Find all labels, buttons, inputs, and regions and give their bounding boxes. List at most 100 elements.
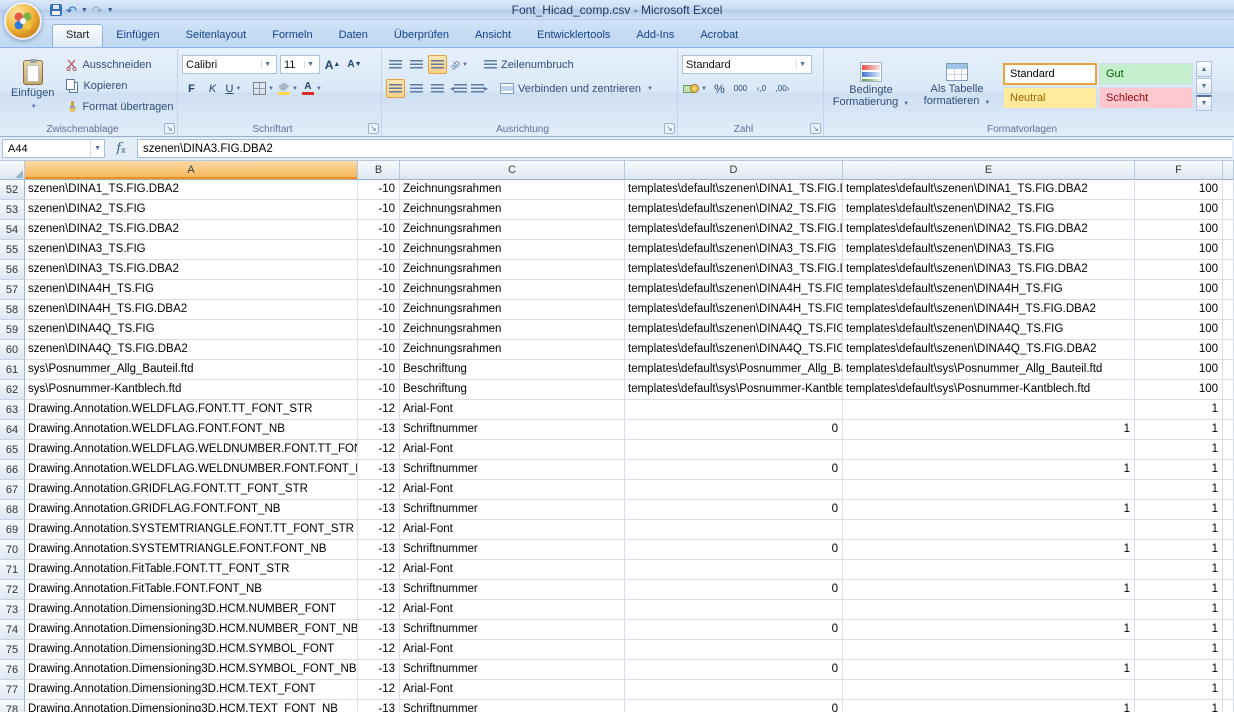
row-header-71[interactable]: 71 (0, 560, 25, 580)
cell-F54[interactable]: 100 (1135, 220, 1223, 240)
cell-D56[interactable]: templates\default\szenen\DINA3_TS.FIG.DB… (625, 260, 843, 280)
cell-D54[interactable]: templates\default\szenen\DINA2_TS.FIG.DB… (625, 220, 843, 240)
cell-A53[interactable]: szenen\DINA2_TS.FIG (25, 200, 358, 220)
conditional-formatting-button[interactable]: Bedingte Formatierung ▼ (828, 58, 914, 114)
decrease-indent-button[interactable]: ◂ (449, 79, 468, 98)
bold-button[interactable]: F (182, 79, 201, 98)
row-header-59[interactable]: 59 (0, 320, 25, 340)
office-button[interactable] (4, 2, 42, 40)
row-header-68[interactable]: 68 (0, 500, 25, 520)
increase-indent-button[interactable]: ▸ (470, 79, 489, 98)
cell-F66[interactable]: 1 (1135, 460, 1223, 480)
cell-B69[interactable]: -12 (358, 520, 400, 540)
cell-B76[interactable]: -13 (358, 660, 400, 680)
cell-D66[interactable]: 0 (625, 460, 843, 480)
cell-F73[interactable]: 1 (1135, 600, 1223, 620)
alignment-dialog-launcher-icon[interactable]: ↘ (664, 123, 675, 134)
select-all-corner[interactable] (0, 161, 25, 180)
cell-B56[interactable]: -10 (358, 260, 400, 280)
formula-input[interactable]: szenen\DINA3.FIG.DBA2 (137, 139, 1232, 158)
cell-B66[interactable]: -13 (358, 460, 400, 480)
row-header-62[interactable]: 62 (0, 380, 25, 400)
cell-D70[interactable]: 0 (625, 540, 843, 560)
cell-C62[interactable]: Beschriftung (400, 380, 625, 400)
cell-D61[interactable]: templates\default\sys\Posnummer_Allg_Bau… (625, 360, 843, 380)
cell-D77[interactable] (625, 680, 843, 700)
cell-F67[interactable]: 1 (1135, 480, 1223, 500)
cell-B55[interactable]: -10 (358, 240, 400, 260)
cell-E67[interactable] (843, 480, 1135, 500)
cell-E66[interactable]: 1 (843, 460, 1135, 480)
column-header-E[interactable]: E (843, 161, 1135, 180)
cell-D78[interactable]: 0 (625, 700, 843, 712)
cell-F53[interactable]: 100 (1135, 200, 1223, 220)
fill-color-button[interactable]: ▼ (277, 79, 299, 98)
cell-F74[interactable]: 1 (1135, 620, 1223, 640)
cell-B65[interactable]: -12 (358, 440, 400, 460)
cell-B73[interactable]: -12 (358, 600, 400, 620)
cell-D76[interactable]: 0 (625, 660, 843, 680)
cell-A76[interactable]: Drawing.Annotation.Dimensioning3D.HCM.SY… (25, 660, 358, 680)
cell-B64[interactable]: -13 (358, 420, 400, 440)
cell-F75[interactable]: 1 (1135, 640, 1223, 660)
cell-C59[interactable]: Zeichnungsrahmen (400, 320, 625, 340)
cell-C73[interactable]: Arial-Font (400, 600, 625, 620)
cell-D65[interactable] (625, 440, 843, 460)
cell-A62[interactable]: sys\Posnummer-Kantblech.ftd (25, 380, 358, 400)
row-header-64[interactable]: 64 (0, 420, 25, 440)
format-painter-button[interactable]: Format übertragen (63, 98, 176, 117)
cell-E63[interactable] (843, 400, 1135, 420)
row-header-72[interactable]: 72 (0, 580, 25, 600)
number-format-dropdown-icon[interactable]: ▼ (796, 61, 808, 68)
ribbon-tab-daten[interactable]: Daten (326, 24, 381, 47)
cell-E75[interactable] (843, 640, 1135, 660)
font-dialog-launcher-icon[interactable]: ↘ (368, 123, 379, 134)
row-header-78[interactable]: 78 (0, 700, 25, 712)
cell-A68[interactable]: Drawing.Annotation.GRIDFLAG.FONT.FONT_NB (25, 500, 358, 520)
align-left-button[interactable] (386, 79, 405, 98)
column-header-C[interactable]: C (400, 161, 625, 180)
cell-B54[interactable]: -10 (358, 220, 400, 240)
cell-A52[interactable]: szenen\DINA1_TS.FIG.DBA2 (25, 180, 358, 200)
cell-C65[interactable]: Arial-Font (400, 440, 625, 460)
row-header-74[interactable]: 74 (0, 620, 25, 640)
cell-E68[interactable]: 1 (843, 500, 1135, 520)
ribbon-tab-entwicklertools[interactable]: Entwicklertools (524, 24, 623, 47)
cell-C58[interactable]: Zeichnungsrahmen (400, 300, 625, 320)
cell-A73[interactable]: Drawing.Annotation.Dimensioning3D.HCM.NU… (25, 600, 358, 620)
cell-D69[interactable] (625, 520, 843, 540)
cell-F68[interactable]: 1 (1135, 500, 1223, 520)
cell-B77[interactable]: -12 (358, 680, 400, 700)
cell-E78[interactable]: 1 (843, 700, 1135, 712)
orientation-button[interactable]: ab▼ (449, 55, 469, 74)
ribbon-tab-start[interactable]: Start (52, 24, 103, 47)
cell-F72[interactable]: 1 (1135, 580, 1223, 600)
cell-B68[interactable]: -13 (358, 500, 400, 520)
cell-D60[interactable]: templates\default\szenen\DINA4Q_TS.FIG.D… (625, 340, 843, 360)
cell-E53[interactable]: templates\default\szenen\DINA2_TS.FIG (843, 200, 1135, 220)
cell-F63[interactable]: 1 (1135, 400, 1223, 420)
cell-D75[interactable] (625, 640, 843, 660)
row-header-76[interactable]: 76 (0, 660, 25, 680)
cell-C66[interactable]: Schriftnummer (400, 460, 625, 480)
cell-E52[interactable]: templates\default\szenen\DINA1_TS.FIG.DB… (843, 180, 1135, 200)
row-header-52[interactable]: 52 (0, 180, 25, 200)
cell-B60[interactable]: -10 (358, 340, 400, 360)
merge-center-button[interactable]: Verbinden und zentrieren ▼ (497, 79, 656, 98)
clipboard-dialog-launcher-icon[interactable]: ↘ (164, 123, 175, 134)
cell-A56[interactable]: szenen\DINA3_TS.FIG.DBA2 (25, 260, 358, 280)
row-header-63[interactable]: 63 (0, 400, 25, 420)
ribbon-tab-acrobat[interactable]: Acrobat (687, 24, 751, 47)
cell-B74[interactable]: -13 (358, 620, 400, 640)
gallery-scroll-down-icon[interactable]: ▼ (1196, 78, 1212, 94)
gallery-more-icon[interactable]: ▼ (1196, 95, 1212, 111)
gallery-scroll-up-icon[interactable]: ▲ (1196, 61, 1212, 77)
cell-B62[interactable]: -10 (358, 380, 400, 400)
cell-C54[interactable]: Zeichnungsrahmen (400, 220, 625, 240)
cell-F64[interactable]: 1 (1135, 420, 1223, 440)
cell-B58[interactable]: -10 (358, 300, 400, 320)
row-header-58[interactable]: 58 (0, 300, 25, 320)
font-size-combo[interactable]: 11 ▼ (280, 55, 320, 74)
cell-D74[interactable]: 0 (625, 620, 843, 640)
cell-D71[interactable] (625, 560, 843, 580)
